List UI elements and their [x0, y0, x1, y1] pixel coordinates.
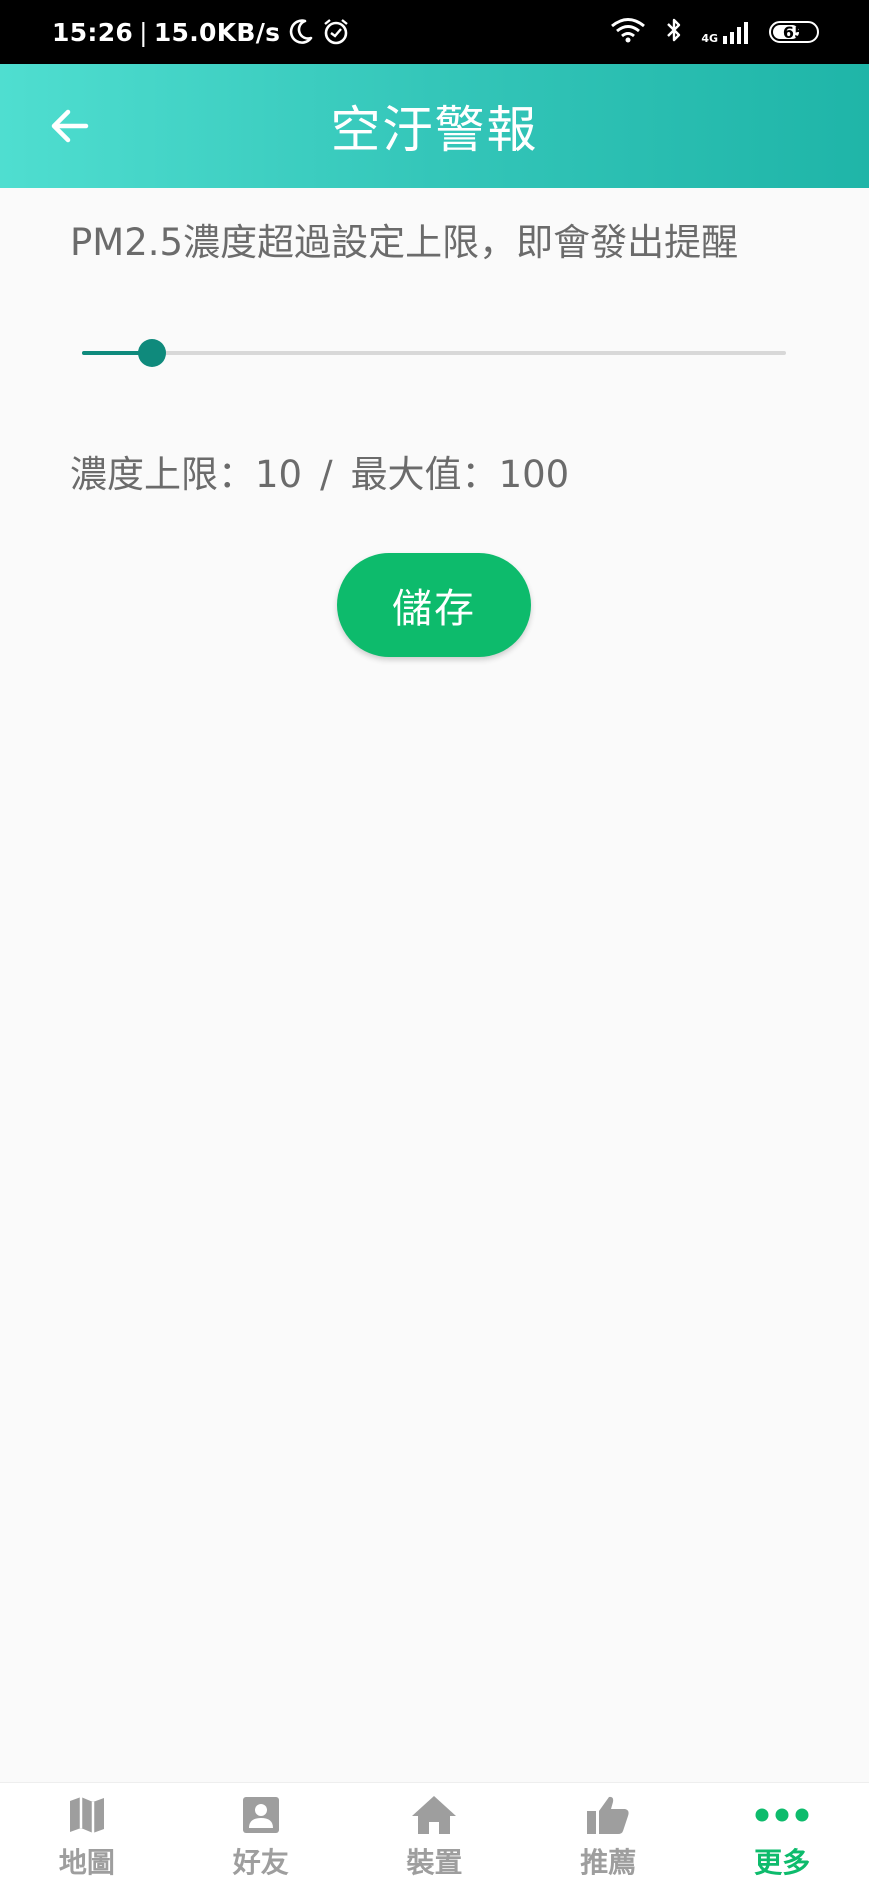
max-label: 最大值：: [350, 453, 499, 496]
separator: /: [320, 453, 333, 496]
slider-thumb[interactable]: [138, 339, 167, 367]
status-separator: |: [139, 17, 148, 47]
nav-item-friends[interactable]: 好友: [174, 1783, 348, 1883]
page-title: 空汙警報: [330, 101, 539, 159]
status-right: 4G 65: [609, 0, 819, 64]
nav-item-more[interactable]: 更多: [695, 1783, 869, 1883]
battery-level: 65: [782, 22, 806, 42]
wifi-icon: [609, 16, 647, 48]
limit-label: 濃度上限：: [70, 453, 255, 496]
nav-item-map[interactable]: 地圖: [0, 1783, 174, 1883]
slider-track: [82, 351, 786, 355]
more-dots-icon: [754, 1791, 810, 1839]
max-value: 100: [498, 453, 570, 496]
status-left: 15:26 | 15.0KB/s: [52, 0, 350, 64]
status-time: 15:26: [52, 17, 134, 47]
nav-label-more: 更多: [754, 1846, 811, 1879]
contact-icon: [241, 1791, 281, 1839]
battery-icon: 65: [769, 21, 819, 43]
status-bar: 15:26 | 15.0KB/s 4G 65: [0, 0, 869, 64]
bluetooth-icon: [663, 16, 685, 48]
signal-icon: 4G: [701, 20, 753, 44]
map-icon: [67, 1791, 107, 1839]
thumbs-up-icon: [585, 1791, 631, 1839]
status-speed: 15.0KB/s: [153, 17, 281, 47]
limit-value: 10: [255, 453, 303, 496]
limit-readout: 濃度上限：10 / 最大值：100: [70, 444, 569, 498]
bottom-nav: 地圖 好友 裝置 推薦 更多: [0, 1782, 869, 1883]
nav-label-map: 地圖: [58, 1846, 115, 1879]
nav-label-friends: 好友: [232, 1846, 289, 1879]
home-icon: [410, 1791, 458, 1839]
nav-item-recommend[interactable]: 推薦: [521, 1783, 695, 1883]
moon-icon: [288, 18, 314, 46]
save-button[interactable]: 儲存: [337, 553, 531, 657]
alarm-icon: [322, 18, 350, 46]
limit-slider[interactable]: [82, 338, 786, 368]
nav-label-recommend: 推薦: [580, 1846, 637, 1879]
network-type: 4G: [701, 32, 718, 45]
nav-item-devices[interactable]: 裝置: [348, 1783, 522, 1883]
nav-label-devices: 裝置: [406, 1846, 463, 1879]
description-text: PM2.5濃度超過設定上限，即會發出提醒: [70, 221, 739, 264]
app-bar: 空汙警報: [0, 64, 869, 188]
